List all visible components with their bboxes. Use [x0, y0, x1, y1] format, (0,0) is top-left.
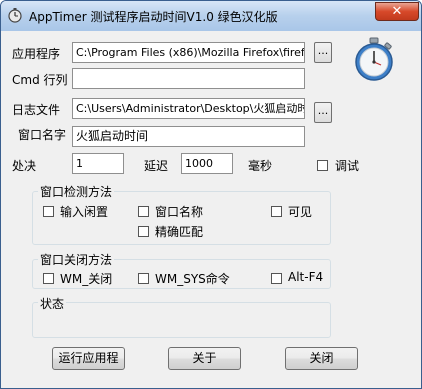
- runs-field[interactable]: 1: [72, 153, 124, 174]
- visible-label: 可见: [288, 205, 313, 219]
- window-name-checkbox[interactable]: [138, 206, 149, 217]
- wm-close-label: WM_关闭: [60, 272, 113, 286]
- close-group-title: 窗口关闭方法: [38, 251, 115, 268]
- run-app-button[interactable]: 运行应用程: [52, 347, 125, 370]
- title-bar: AppTimer 测试程序启动时间V1.0 绿色汉化版 ✕: [1, 1, 421, 31]
- app-window: AppTimer 测试程序启动时间V1.0 绿色汉化版 ✕ 应用程序 C:\Pr…: [0, 0, 422, 389]
- delay-field[interactable]: 1000: [181, 153, 233, 174]
- runs-label: 处决: [12, 159, 37, 173]
- exact-match-label: 精确匹配: [155, 225, 204, 239]
- wm-close-checkbox[interactable]: [43, 273, 54, 284]
- browse-log-button[interactable]: ...: [314, 102, 332, 123]
- wm-syscommand-label: WM_SYS命令: [155, 272, 230, 286]
- alt-f4-label: Alt-F4: [288, 270, 324, 284]
- browse-app-button[interactable]: ...: [314, 42, 332, 63]
- delay-label: 延迟: [144, 159, 169, 173]
- window-title: AppTimer 测试程序启动时间V1.0 绿色汉化版: [29, 10, 278, 24]
- input-idle-checkbox[interactable]: [43, 206, 54, 217]
- wm-syscommand-checkbox[interactable]: [138, 273, 149, 284]
- window-close-button[interactable]: ✕: [375, 2, 419, 21]
- window-name-label: 窗口名字: [18, 128, 67, 142]
- input-idle-label: 输入闲置: [60, 205, 109, 219]
- ms-label: 毫秒: [248, 159, 273, 173]
- stopwatch-app-icon: [8, 8, 22, 23]
- debug-checkbox[interactable]: [317, 160, 328, 171]
- app-label: 应用程序: [12, 47, 61, 61]
- cmd-field[interactable]: [72, 68, 305, 89]
- stopwatch-icon: [355, 37, 393, 81]
- cmd-label: Cmd 行列: [12, 73, 68, 87]
- window-name-field[interactable]: 火狐启动时间: [72, 126, 305, 147]
- alt-f4-checkbox[interactable]: [271, 273, 282, 284]
- debug-label: 调试: [335, 159, 360, 173]
- log-path-field[interactable]: C:\Users\Administrator\Desktop\火狐启动时间: [72, 98, 305, 119]
- close-button[interactable]: 关闭: [285, 347, 358, 370]
- about-button[interactable]: 关于: [168, 347, 241, 370]
- app-path-field[interactable]: C:\Program Files (x86)\Mozilla Firefox\f…: [72, 42, 305, 63]
- exact-match-checkbox[interactable]: [138, 226, 149, 237]
- status-group-title: 状态: [38, 295, 67, 312]
- window-name-method-label: 窗口名称: [155, 205, 204, 219]
- status-group: [32, 302, 331, 338]
- visible-checkbox[interactable]: [271, 206, 282, 217]
- log-label: 日志文件: [12, 103, 61, 117]
- detect-group-title: 窗口检测方法: [38, 183, 115, 200]
